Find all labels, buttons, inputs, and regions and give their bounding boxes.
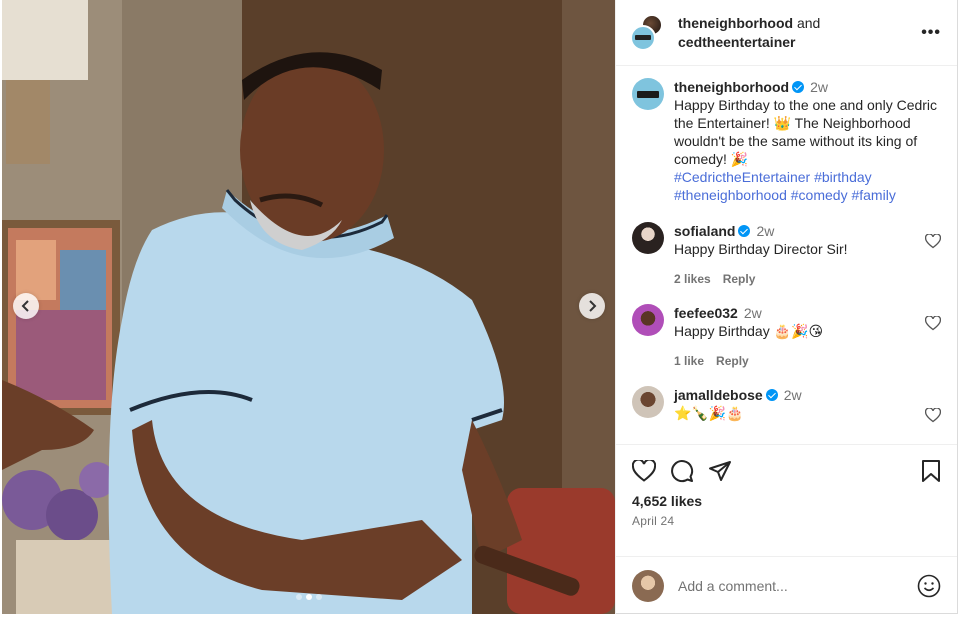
carousel-prev-button[interactable] [13, 293, 39, 319]
comment-icon[interactable] [670, 459, 694, 483]
action-bar [632, 459, 941, 483]
header-authors: theneighborhood and cedtheentertainer [678, 14, 921, 52]
like-count[interactable]: 4,652 likes [632, 493, 941, 509]
avatar[interactable] [632, 386, 664, 418]
post-actions: 4,652 likes April 24 [616, 444, 957, 556]
comment-likes[interactable]: 1 like [674, 352, 704, 370]
comment-item: feefee032 2w Happy Birthday 🎂🎉😘 1 like Re… [632, 304, 941, 370]
avatar [630, 24, 656, 51]
verified-badge-icon [738, 225, 751, 237]
carousel-dot [315, 594, 322, 600]
author-link[interactable]: cedtheentertainer [678, 34, 795, 50]
comment-text: Happy Birthday Director Sir! [674, 241, 848, 257]
heart-icon[interactable] [925, 316, 941, 331]
more-options-button[interactable]: ••• [921, 24, 941, 42]
comment-time[interactable]: 2w [756, 223, 774, 239]
comment-time[interactable]: 2w [744, 305, 762, 321]
caption-text: Happy Birthday to the one and only Cedri… [674, 97, 938, 167]
post-side-panel: theneighborhood and cedtheentertainer ••… [615, 0, 957, 614]
carousel-dot [305, 594, 312, 600]
comment-item: sofialand 2w Happy Birthday Director Sir!… [632, 222, 941, 288]
heart-icon[interactable] [632, 460, 656, 482]
verified-badge-icon [765, 389, 778, 401]
heart-icon[interactable] [925, 234, 941, 249]
share-icon[interactable] [708, 460, 732, 482]
post-photo [2, 0, 615, 614]
post-dialog: theneighborhood and cedtheentertainer ••… [2, 0, 958, 614]
heart-icon[interactable] [925, 408, 941, 423]
collab-avatars[interactable] [630, 13, 668, 53]
comment-username[interactable]: jamalldebose [674, 387, 763, 403]
comment-username[interactable]: feefee032 [674, 305, 738, 321]
comment-text: Happy Birthday 🎂🎉😘 [674, 323, 824, 339]
post-media[interactable] [2, 0, 615, 614]
verified-badge-icon [792, 81, 805, 93]
author-link[interactable]: theneighborhood [678, 15, 793, 31]
chevron-left-icon [21, 300, 29, 312]
reply-button[interactable]: Reply [723, 270, 756, 288]
post-header: theneighborhood and cedtheentertainer ••… [616, 0, 957, 66]
comment-item: jamalldebose 2w ⭐🍾🎉🎂 [632, 386, 941, 423]
comment-time[interactable]: 2w [784, 387, 802, 403]
avatar[interactable] [632, 304, 664, 336]
comment-username[interactable]: sofialand [674, 223, 735, 239]
post-caption: theneighborhood 2w Happy Birthday to the … [632, 78, 941, 204]
post-date[interactable]: April 24 [632, 514, 941, 528]
avatar[interactable] [632, 222, 664, 254]
author-joiner: and [796, 14, 821, 31]
caption-username[interactable]: theneighborhood [674, 79, 789, 95]
carousel-indicator [2, 594, 615, 600]
chevron-right-icon [589, 300, 597, 312]
caption-hashtags[interactable]: #CedrictheEntertainer #birthday #theneig… [674, 168, 941, 204]
emoji-icon[interactable] [917, 574, 941, 598]
comment-composer: Add a comment... [616, 556, 957, 614]
avatar [632, 569, 664, 602]
caption-time[interactable]: 2w [810, 79, 828, 95]
reply-button[interactable]: Reply [716, 352, 749, 370]
comment-likes[interactable]: 2 likes [674, 270, 711, 288]
avatar[interactable] [632, 78, 664, 110]
carousel-dot [295, 594, 302, 600]
carousel-next-button[interactable] [579, 293, 605, 319]
comment-text: ⭐🍾🎉🎂 [674, 405, 744, 421]
comment-input[interactable]: Add a comment... [678, 578, 917, 594]
comments-list[interactable]: theneighborhood 2w Happy Birthday to the … [616, 66, 957, 444]
bookmark-icon[interactable] [921, 460, 941, 482]
